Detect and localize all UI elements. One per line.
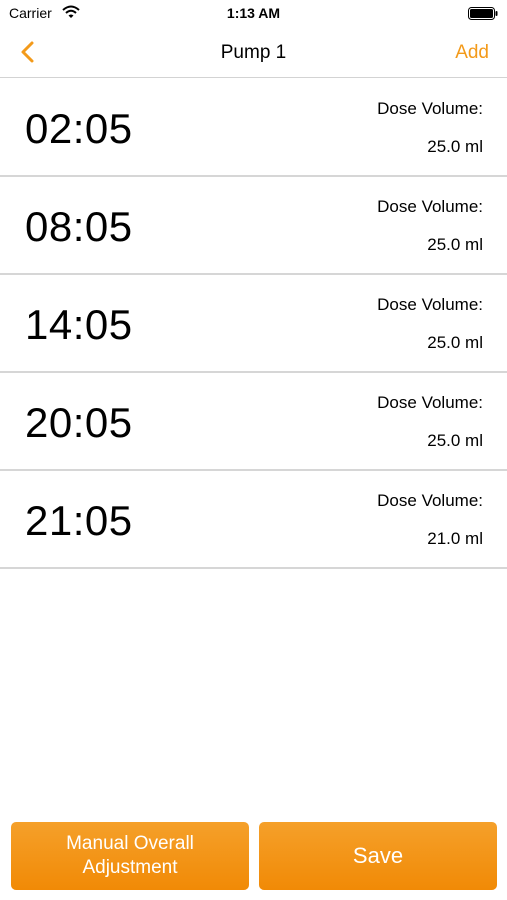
dose-volume-value: 25.0 ml — [427, 235, 483, 254]
add-button[interactable]: Add — [455, 42, 489, 64]
dose-volume-label: Dose Volume: — [377, 491, 483, 510]
page-title: Pump 1 — [220, 42, 287, 63]
navigation-bar: Pump 1 Add — [0, 28, 507, 78]
dose-volume-value: 25.0 ml — [427, 137, 483, 156]
dose-volume-value: 25.0 ml — [427, 431, 483, 450]
dose-volume-label: Dose Volume: — [377, 99, 483, 118]
battery-icon — [468, 7, 498, 20]
status-time: 1:13 AM — [226, 5, 281, 21]
schedule-row[interactable]: 02:05 Dose Volume: 25.0 ml — [0, 79, 507, 177]
schedule-list: 02:05 Dose Volume: 25.0 ml 08:05 Dose Vo… — [0, 79, 507, 569]
schedule-row[interactable]: 14:05 Dose Volume: 25.0 ml — [0, 275, 507, 373]
schedule-row[interactable]: 20:05 Dose Volume: 25.0 ml — [0, 373, 507, 471]
schedule-row[interactable]: 21:05 Dose Volume: 21.0 ml — [0, 471, 507, 569]
schedule-row[interactable]: 08:05 Dose Volume: 25.0 ml — [0, 177, 507, 275]
dose-volume-value: 21.0 ml — [427, 529, 483, 548]
dose-time: 08:05 — [25, 203, 133, 250]
dose-volume-label: Dose Volume: — [377, 295, 483, 314]
manual-overall-adjustment-button[interactable]: Manual Overall Adjustment — [11, 822, 249, 890]
dose-time: 14:05 — [25, 301, 133, 348]
save-button[interactable]: Save — [259, 822, 497, 890]
dose-time: 02:05 — [25, 105, 133, 152]
dose-time: 20:05 — [25, 399, 133, 446]
status-bar: Carrier 1:13 AM — [0, 0, 507, 28]
dose-volume-value: 25.0 ml — [427, 333, 483, 352]
dose-volume-label: Dose Volume: — [377, 197, 483, 216]
dose-time: 21:05 — [25, 497, 133, 544]
dose-volume-label: Dose Volume: — [377, 393, 483, 412]
